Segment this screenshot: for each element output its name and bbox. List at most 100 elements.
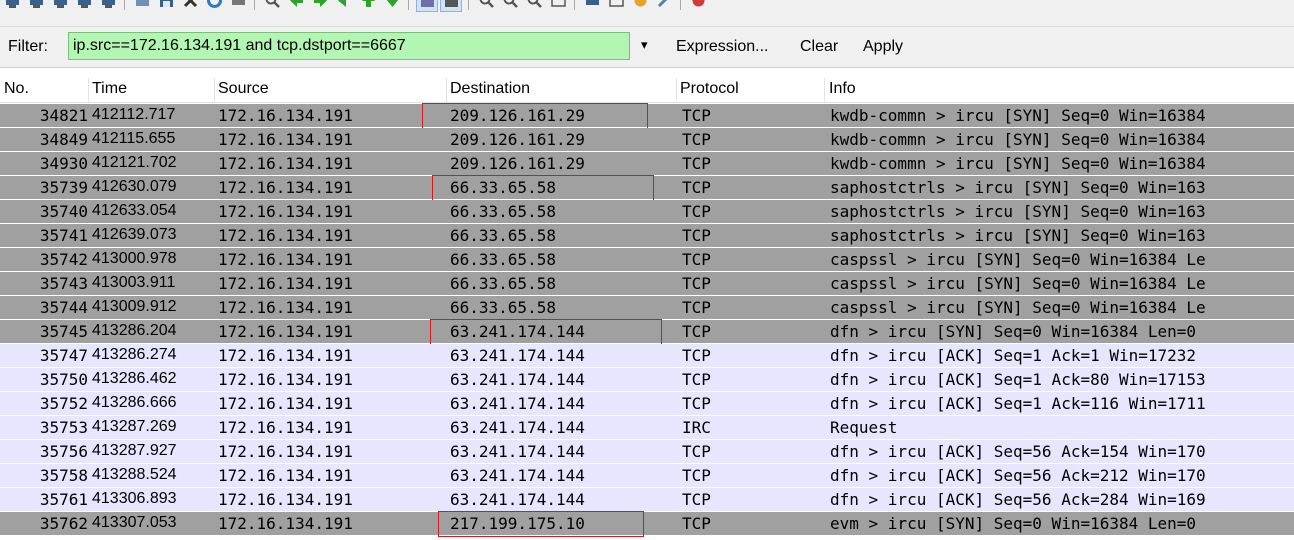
packet-destination-cell: 217.199.175.10	[450, 514, 585, 533]
capture-filters-icon[interactable]	[582, 0, 602, 10]
column-divider[interactable]	[676, 78, 677, 102]
packet-row[interactable]: 35747 413286.274 172.16.134.191 63.241.174.…	[0, 344, 1294, 368]
packet-row[interactable]: 35740 412633.054 172.16.134.191 66.33.65.58…	[0, 200, 1294, 224]
packet-info-cell: dfn > ircu [ACK] Seq=56 Ack=212 Win=170	[830, 466, 1206, 485]
column-header-destination[interactable]: Destination	[450, 80, 530, 102]
zoom-out-icon[interactable]	[500, 0, 520, 10]
filter-history-dropdown-icon[interactable]: ▾	[641, 37, 648, 53]
find-packet-icon[interactable]	[262, 0, 282, 10]
column-header-time[interactable]: Time	[92, 80, 127, 102]
packet-number-cell: 35758	[39, 466, 88, 485]
packet-source-cell: 172.16.134.191	[218, 298, 353, 317]
packet-row[interactable]: 35761 413306.893 172.16.134.191 63.241.174.…	[0, 488, 1294, 512]
packet-destination-cell: 209.126.161.29	[450, 106, 585, 125]
interface-list-icon[interactable]	[2, 0, 22, 10]
go-back-icon[interactable]	[286, 0, 306, 10]
packet-info-cell: dfn > ircu [ACK] Seq=1 Ack=1 Win=17232	[830, 346, 1197, 365]
expression-button[interactable]: Expression...	[676, 38, 768, 56]
packet-info-cell: dfn > ircu [SYN] Seq=0 Win=16384 Len=0	[830, 322, 1197, 341]
packet-row[interactable]: 35756 413287.927 172.16.134.191 63.241.174.…	[0, 440, 1294, 464]
packet-time-cell: 413288.524	[92, 466, 177, 483]
packet-destination-cell: 66.33.65.58	[450, 202, 556, 221]
packet-protocol-cell: TCP	[682, 298, 711, 317]
open-file-icon[interactable]	[132, 0, 152, 10]
save-file-icon[interactable]	[156, 0, 176, 10]
packet-row[interactable]: 35742 413000.978 172.16.134.191 66.33.65.58…	[0, 248, 1294, 272]
packet-destination-cell: 63.241.174.144	[450, 322, 585, 341]
column-divider[interactable]	[824, 78, 825, 102]
packet-row[interactable]: 35752 413286.666 172.16.134.191 63.241.174.…	[0, 392, 1294, 416]
packet-time-cell: 412115.655	[92, 130, 176, 147]
packet-info-cell: caspssl > ircu [SYN] Seq=0 Win=16384 Le	[830, 250, 1206, 269]
column-header-source[interactable]: Source	[218, 80, 269, 102]
preferences-icon[interactable]	[654, 0, 674, 10]
packet-row[interactable]: 35743 413003.911 172.16.134.191 66.33.65.58…	[0, 272, 1294, 296]
packet-protocol-cell: TCP	[682, 466, 711, 485]
toolbar-separator	[574, 0, 575, 10]
packet-row[interactable]: 35762 413307.053 172.16.134.191 217.199.175…	[0, 512, 1294, 536]
column-header-protocol[interactable]: Protocol	[680, 80, 739, 102]
restart-capture-icon[interactable]	[98, 0, 118, 10]
packet-destination-cell: 63.241.174.144	[450, 418, 585, 437]
go-to-packet-icon[interactable]	[334, 0, 354, 10]
clear-button[interactable]: Clear	[800, 38, 838, 56]
column-divider[interactable]	[88, 78, 89, 102]
packet-row[interactable]: 35758 413288.524 172.16.134.191 63.241.174.…	[0, 464, 1294, 488]
packet-number-cell: 35744	[39, 298, 88, 317]
colorize-icon[interactable]	[416, 0, 438, 12]
print-icon[interactable]	[228, 0, 248, 10]
packet-protocol-cell: TCP	[682, 394, 711, 413]
stop-capture-icon[interactable]	[74, 0, 94, 10]
column-divider[interactable]	[214, 78, 215, 102]
packet-protocol-cell: IRC	[682, 418, 711, 437]
toolbar-separator	[254, 0, 255, 10]
packet-source-cell: 172.16.134.191	[218, 394, 353, 413]
display-filter-input[interactable]: ip.src==172.16.134.191 and tcp.dstport==…	[68, 32, 630, 60]
packet-row[interactable]: 34821 412112.717 172.16.134.191 209.126.161…	[0, 104, 1294, 128]
packet-source-cell: 172.16.134.191	[218, 226, 353, 245]
go-forward-icon[interactable]	[310, 0, 330, 10]
packet-time-cell: 412112.717	[92, 106, 176, 123]
reload-icon[interactable]	[204, 0, 224, 10]
help-icon[interactable]	[688, 0, 708, 10]
go-last-icon[interactable]	[382, 0, 402, 10]
packet-source-cell: 172.16.134.191	[218, 250, 353, 269]
packet-info-cell: kwdb-commn > ircu [SYN] Seq=0 Win=16384	[830, 130, 1206, 149]
packet-row[interactable]: 35741 412639.073 172.16.134.191 66.33.65.58…	[0, 224, 1294, 248]
packet-destination-cell: 63.241.174.144	[450, 370, 585, 389]
packet-info-cell: caspssl > ircu [SYN] Seq=0 Win=16384 Le	[830, 274, 1206, 293]
packet-row[interactable]: 34930 412121.702 172.16.134.191 209.126.161…	[0, 152, 1294, 176]
zoom-in-icon[interactable]	[476, 0, 496, 10]
close-file-icon[interactable]	[180, 0, 200, 10]
packet-row[interactable]: 35753 413287.269 172.16.134.191 63.241.174.…	[0, 416, 1294, 440]
coloring-rules-icon[interactable]	[630, 0, 650, 10]
packet-info-cell: dfn > ircu [ACK] Seq=56 Ack=284 Win=169	[830, 490, 1206, 509]
packet-time-cell: 413286.666	[92, 394, 177, 411]
auto-scroll-icon[interactable]	[440, 0, 462, 12]
packet-number-cell: 34849	[39, 130, 88, 149]
packet-row[interactable]: 35750 413286.462 172.16.134.191 63.241.174.…	[0, 368, 1294, 392]
packet-destination-cell: 63.241.174.144	[450, 466, 585, 485]
packet-time-cell: 413287.927	[92, 442, 177, 459]
packet-source-cell: 172.16.134.191	[218, 370, 353, 389]
display-filters-icon[interactable]	[606, 0, 626, 10]
column-header-no[interactable]: No.	[4, 80, 29, 102]
capture-options-icon[interactable]	[26, 0, 46, 10]
packet-row[interactable]: 35745 413286.204 172.16.134.191 63.241.174.…	[0, 320, 1294, 344]
packet-row[interactable]: 35739 412630.079 172.16.134.191 66.33.65.58…	[0, 176, 1294, 200]
go-first-icon[interactable]	[358, 0, 378, 10]
packet-info-cell: dfn > ircu [ACK] Seq=56 Ack=154 Win=170	[830, 442, 1206, 461]
column-header-info[interactable]: Info	[829, 80, 856, 102]
packet-number-cell: 35761	[39, 490, 88, 509]
packet-number-cell: 34821	[39, 106, 88, 125]
start-capture-icon[interactable]	[50, 0, 70, 10]
packet-destination-cell: 66.33.65.58	[450, 274, 556, 293]
packet-number-cell: 35762	[39, 514, 88, 533]
packet-row[interactable]: 34849 412115.655 172.16.134.191 209.126.161…	[0, 128, 1294, 152]
zoom-normal-icon[interactable]	[524, 0, 544, 10]
apply-button[interactable]: Apply	[863, 38, 903, 56]
packet-row[interactable]: 35744 413009.912 172.16.134.191 66.33.65.58…	[0, 296, 1294, 320]
resize-columns-icon[interactable]	[548, 0, 568, 10]
column-divider[interactable]	[446, 78, 447, 102]
packet-info-cell: dfn > ircu [ACK] Seq=1 Ack=116 Win=1711	[830, 394, 1206, 413]
